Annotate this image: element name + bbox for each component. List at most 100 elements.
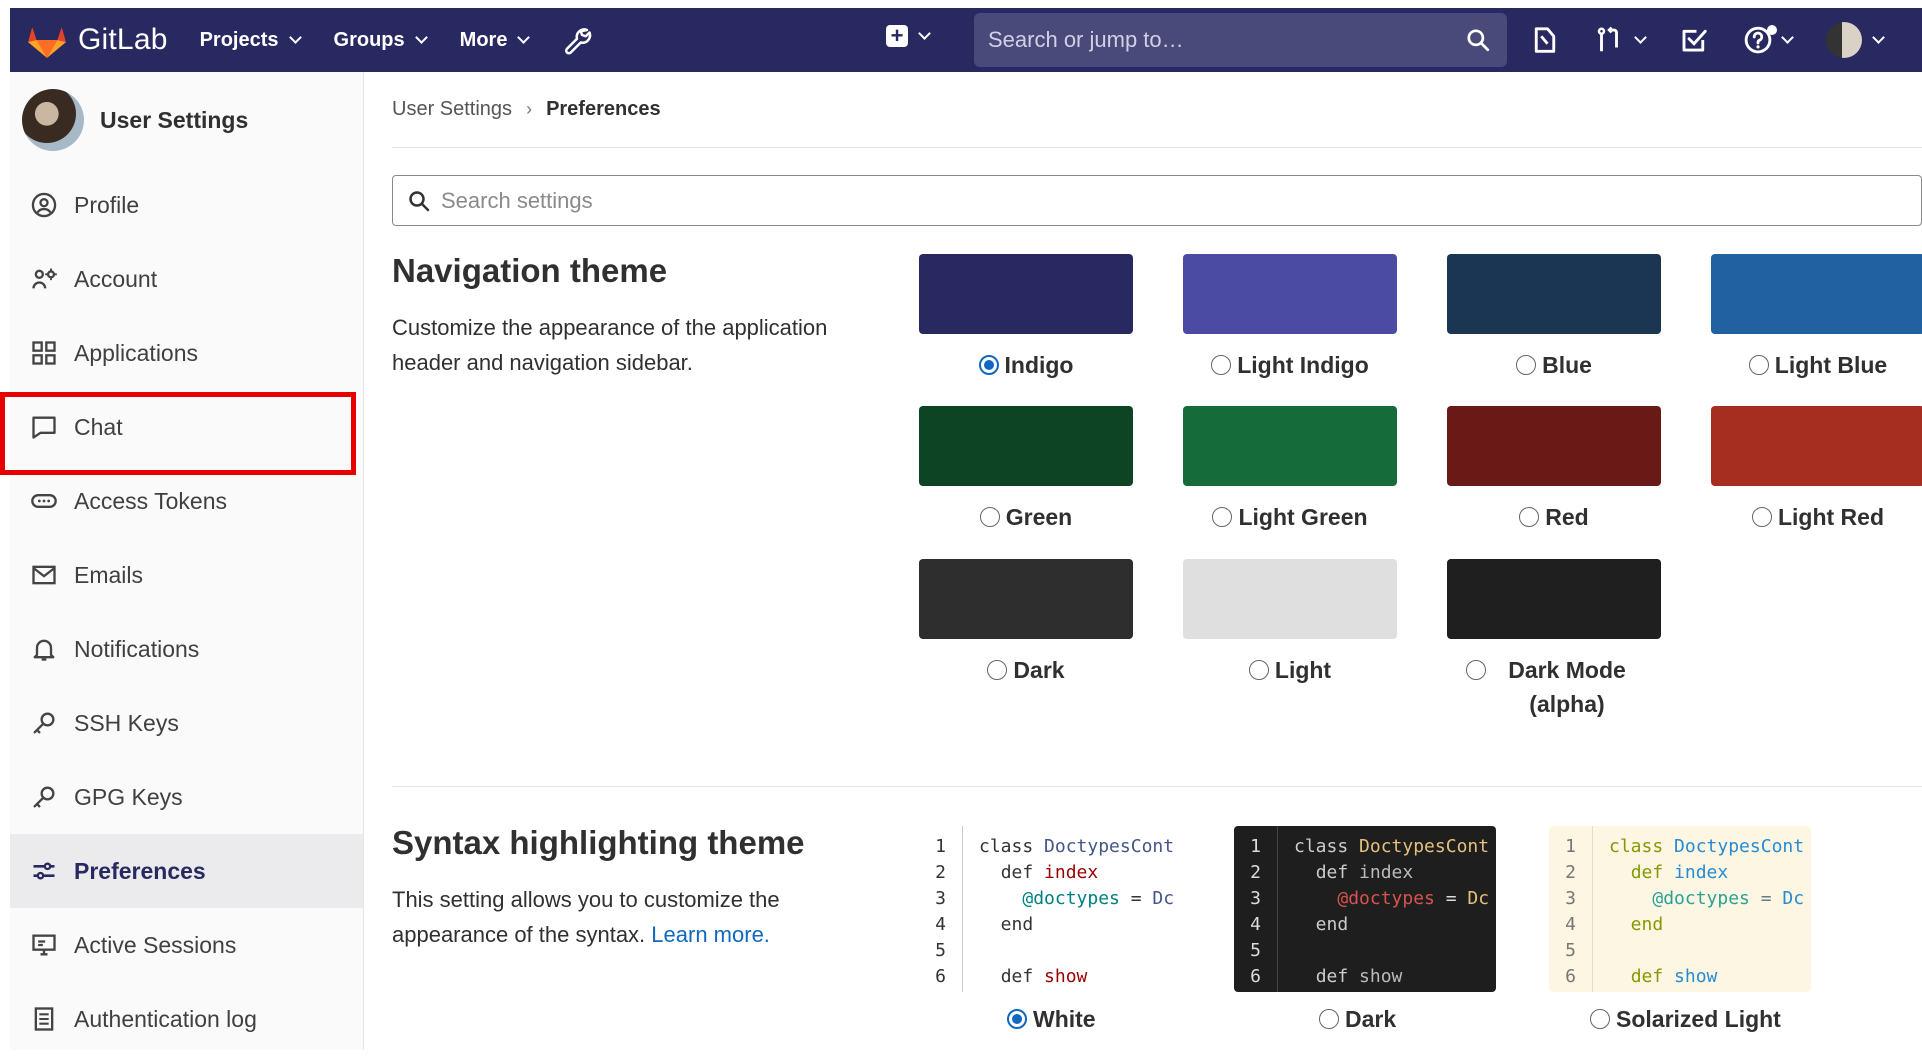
theme-swatch[interactable]: [1183, 559, 1397, 639]
syntax-preview-dark[interactable]: 1 2 3 4 5 6 class DoctypesCont def index @doct…: [1234, 826, 1496, 992]
chevron-down-icon: [1781, 31, 1794, 44]
sidebar-item-preferences[interactable]: Preferences: [10, 834, 363, 908]
theme-option-green[interactable]: Green: [919, 406, 1133, 534]
radio-button[interactable]: [978, 355, 999, 375]
notification-dot-icon: [1767, 25, 1777, 35]
nav-groups-dropdown[interactable]: Groups: [333, 28, 428, 52]
breadcrumb-current[interactable]: Preferences: [546, 98, 661, 121]
theme-option-light-blue[interactable]: Light Blue: [1711, 254, 1922, 382]
theme-option-red[interactable]: Red: [1447, 406, 1661, 534]
theme-option-dark[interactable]: Dark: [919, 559, 1133, 687]
theme-swatch[interactable]: [1447, 406, 1661, 486]
theme-option-light-green[interactable]: Light Green: [1183, 406, 1397, 534]
theme-swatch[interactable]: [1711, 254, 1922, 334]
merge-requests-button[interactable]: [1594, 25, 1647, 55]
sidebar-item-profile[interactable]: Profile: [10, 168, 363, 242]
navigation-theme-description: Customize the appearance of the applicat…: [392, 315, 828, 375]
sidebar-item-active-sessions[interactable]: Active Sessions: [10, 908, 363, 982]
sidebar-item-emails[interactable]: Emails: [10, 538, 363, 612]
theme-option-text: Light Indigo: [1237, 352, 1369, 378]
theme-option-light[interactable]: Light: [1183, 559, 1397, 687]
radio-button[interactable]: [1211, 355, 1232, 375]
syntax-preview-white[interactable]: 1 2 3 4 5 6 class DoctypesCont def index @doct…: [919, 826, 1181, 992]
theme-option-light-indigo[interactable]: Light Indigo: [1183, 254, 1397, 382]
radio-button[interactable]: [1248, 660, 1269, 680]
line-number: 5: [1565, 940, 1576, 961]
nav-more-dropdown[interactable]: More: [459, 28, 531, 52]
theme-option-dark-mode-alpha[interactable]: Dark Mode (alpha): [1447, 559, 1661, 721]
help-dropdown-button[interactable]: [1743, 25, 1794, 55]
gitlab-logo[interactable]: GitLab: [26, 19, 168, 61]
todos-button[interactable]: [1679, 25, 1709, 55]
radio-button[interactable]: [1007, 1009, 1027, 1029]
radio-button[interactable]: [1466, 660, 1486, 680]
radio-button[interactable]: [979, 507, 1000, 527]
sidebar-item-ssh-keys[interactable]: SSH Keys: [10, 686, 363, 760]
radio-button[interactable]: [1751, 507, 1772, 527]
theme-option-label[interactable]: Green: [919, 500, 1133, 534]
syntax-option-white[interactable]: White: [1007, 1002, 1096, 1036]
sidebar-item-chat[interactable]: Chat: [10, 390, 363, 464]
settings-search-input[interactable]: Search settings: [392, 175, 1922, 226]
sidebar-item-authentication-log[interactable]: Authentication log: [10, 982, 363, 1056]
sidebar-item-account[interactable]: Account: [10, 242, 363, 316]
code-line: def show: [1000, 966, 1088, 987]
syntax-option-solarized-light[interactable]: Solarized Light: [1590, 1002, 1781, 1036]
radio-button[interactable]: [1748, 355, 1769, 375]
sidebar-item-label: Notifications: [74, 635, 200, 662]
sidebar-item-access-tokens[interactable]: Access Tokens: [10, 464, 363, 538]
syntax-preview-solarized-light[interactable]: 1 2 3 4 5 6 class DoctypesCont def index @doct…: [1549, 826, 1811, 992]
theme-option-light-red[interactable]: Light Red: [1711, 406, 1922, 534]
theme-option-label[interactable]: Indigo: [919, 348, 1133, 382]
theme-swatch[interactable]: [1447, 559, 1661, 639]
radio-button[interactable]: [1516, 355, 1537, 375]
code-line: end: [1609, 914, 1664, 935]
learn-more-link[interactable]: Learn more.: [651, 922, 770, 947]
theme-option-label[interactable]: Light Green: [1183, 500, 1397, 534]
theme-option-label[interactable]: Light Red: [1711, 500, 1922, 534]
new-dropdown-button[interactable]: +: [886, 25, 931, 47]
issues-button[interactable]: [1530, 25, 1560, 55]
key-icon: [33, 786, 55, 808]
line-number: 2: [1250, 862, 1261, 883]
syntax-option-dark[interactable]: Dark: [1319, 1002, 1396, 1036]
theme-swatch[interactable]: [919, 254, 1133, 334]
radio-button[interactable]: [1519, 507, 1540, 527]
theme-option-indigo[interactable]: Indigo: [919, 254, 1133, 382]
theme-swatch[interactable]: [1711, 406, 1922, 486]
user-avatar: [1826, 22, 1862, 58]
radio-button[interactable]: [987, 660, 1008, 680]
theme-option-label[interactable]: Light Blue: [1711, 348, 1922, 382]
theme-option-label[interactable]: Dark Mode (alpha): [1447, 653, 1661, 721]
theme-swatch[interactable]: [919, 406, 1133, 486]
admin-area-button[interactable]: [562, 25, 592, 55]
global-search-input[interactable]: Search or jump to…: [974, 13, 1507, 67]
user-menu-button[interactable]: [1826, 22, 1885, 58]
theme-swatch[interactable]: [1447, 254, 1661, 334]
theme-option-label[interactable]: Light: [1183, 653, 1397, 687]
theme-option-label[interactable]: Light Indigo: [1183, 348, 1397, 382]
nav-projects-dropdown[interactable]: Projects: [200, 29, 302, 52]
top-navbar: GitLab Projects Groups More + Search or …: [10, 8, 1922, 72]
sidebar-header[interactable]: User Settings: [10, 72, 363, 168]
theme-option-label[interactable]: Red: [1447, 500, 1661, 534]
breadcrumb-parent-link[interactable]: User Settings: [392, 98, 512, 121]
code-line: @doctypes = Dc: [1022, 888, 1175, 909]
theme-option-blue[interactable]: Blue: [1447, 254, 1661, 382]
sidebar-item-gpg-keys[interactable]: GPG Keys: [10, 760, 363, 834]
bell-icon: [33, 639, 55, 661]
sidebar-title: User Settings: [100, 106, 249, 133]
theme-swatch[interactable]: [919, 559, 1133, 639]
theme-option-label[interactable]: Dark: [919, 653, 1133, 687]
theme-swatch[interactable]: [1183, 406, 1397, 486]
radio-button[interactable]: [1212, 507, 1233, 527]
theme-option-label[interactable]: Blue: [1447, 348, 1661, 382]
nav-groups-label: Groups: [333, 28, 405, 51]
sidebar-item-label: Access Tokens: [74, 487, 227, 514]
radio-button[interactable]: [1319, 1009, 1339, 1029]
nav-more-label: More: [459, 28, 508, 51]
sidebar-item-notifications[interactable]: Notifications: [10, 612, 363, 686]
theme-swatch[interactable]: [1183, 254, 1397, 334]
sidebar-item-applications[interactable]: Applications: [10, 316, 363, 390]
radio-button[interactable]: [1590, 1009, 1610, 1029]
